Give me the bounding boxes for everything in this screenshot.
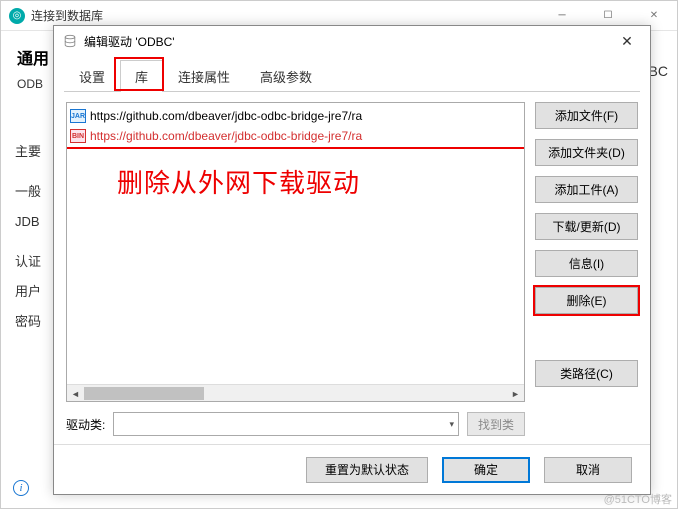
scroll-thumb[interactable] <box>84 387 204 400</box>
scroll-left-icon[interactable]: ◄ <box>67 385 84 402</box>
driver-class-row: 驱动类: ▾ 找到类 <box>66 412 525 436</box>
edit-driver-dialog: 编辑驱动 'ODBC' ✕ 设置 库 连接属性 高级参数 JAR https:/… <box>53 25 651 495</box>
library-buttons: 添加文件(F) 添加文件夹(D) 添加工件(A) 下载/更新(D) 信息(I) … <box>535 102 638 436</box>
tab-library[interactable]: 库 <box>120 60 163 92</box>
library-panel: JAR https://github.com/dbeaver/jdbc-odbc… <box>66 102 525 436</box>
modal-close-button[interactable]: ✕ <box>604 26 650 56</box>
find-class-button: 找到类 <box>467 412 525 436</box>
jar-icon: JAR <box>70 109 86 123</box>
horizontal-scrollbar[interactable]: ◄ ► <box>67 384 524 401</box>
bg-window-title: 连接到数据库 <box>31 7 103 24</box>
modal-title: 编辑驱动 'ODBC' <box>84 33 175 50</box>
ok-button[interactable]: 确定 <box>442 457 530 483</box>
bg-side-general: 一般 <box>15 177 41 207</box>
app-icon: ◎ <box>9 8 25 24</box>
bg-side-labels: 主要 一般 JDB 认证 用户 密码 <box>15 137 41 337</box>
info-icon[interactable]: i <box>13 480 29 496</box>
modal-body: JAR https://github.com/dbeaver/jdbc-odbc… <box>54 92 650 444</box>
delete-button[interactable]: 删除(E) <box>535 287 638 314</box>
bg-side-auth: 认证 <box>15 247 41 277</box>
info-button[interactable]: 信息(I) <box>535 250 638 277</box>
annotation-text: 删除从外网下载驱动 <box>117 163 360 200</box>
tab-connection-properties[interactable]: 连接属性 <box>163 60 245 92</box>
scroll-right-icon[interactable]: ► <box>507 385 524 402</box>
tab-advanced-params[interactable]: 高级参数 <box>245 60 327 92</box>
driver-class-select[interactable]: ▾ <box>113 412 459 436</box>
button-gap <box>535 324 638 350</box>
bg-side-user: 用户 <box>15 277 41 307</box>
list-item-url: https://github.com/dbeaver/jdbc-odbc-bri… <box>90 129 362 143</box>
modal-titlebar: 编辑驱动 'ODBC' ✕ <box>54 26 650 56</box>
classpath-button[interactable]: 类路径(C) <box>535 360 638 387</box>
list-item[interactable]: BIN https://github.com/dbeaver/jdbc-odbc… <box>70 126 521 146</box>
bg-side-pwd: 密码 <box>15 307 41 337</box>
bg-side-main: 主要 <box>15 137 41 167</box>
chevron-down-icon: ▾ <box>449 419 454 430</box>
cancel-button[interactable]: 取消 <box>544 457 632 483</box>
add-folder-button[interactable]: 添加文件夹(D) <box>535 139 638 166</box>
library-list[interactable]: JAR https://github.com/dbeaver/jdbc-odbc… <box>66 102 525 402</box>
list-item-url: https://github.com/dbeaver/jdbc-odbc-bri… <box>90 109 362 123</box>
modal-footer: 重置为默认状态 确定 取消 <box>54 444 650 494</box>
tab-bar: 设置 库 连接属性 高级参数 <box>64 60 640 92</box>
tab-settings[interactable]: 设置 <box>64 60 120 92</box>
bg-side-jdb: JDB <box>15 207 41 237</box>
list-item[interactable]: JAR https://github.com/dbeaver/jdbc-odbc… <box>70 106 521 126</box>
add-file-button[interactable]: 添加文件(F) <box>535 102 638 129</box>
bin-icon: BIN <box>70 129 86 143</box>
reset-defaults-button[interactable]: 重置为默认状态 <box>306 457 428 483</box>
database-icon <box>62 33 78 49</box>
download-update-button[interactable]: 下载/更新(D) <box>535 213 638 240</box>
driver-class-label: 驱动类: <box>66 416 105 433</box>
add-artifact-button[interactable]: 添加工件(A) <box>535 176 638 203</box>
